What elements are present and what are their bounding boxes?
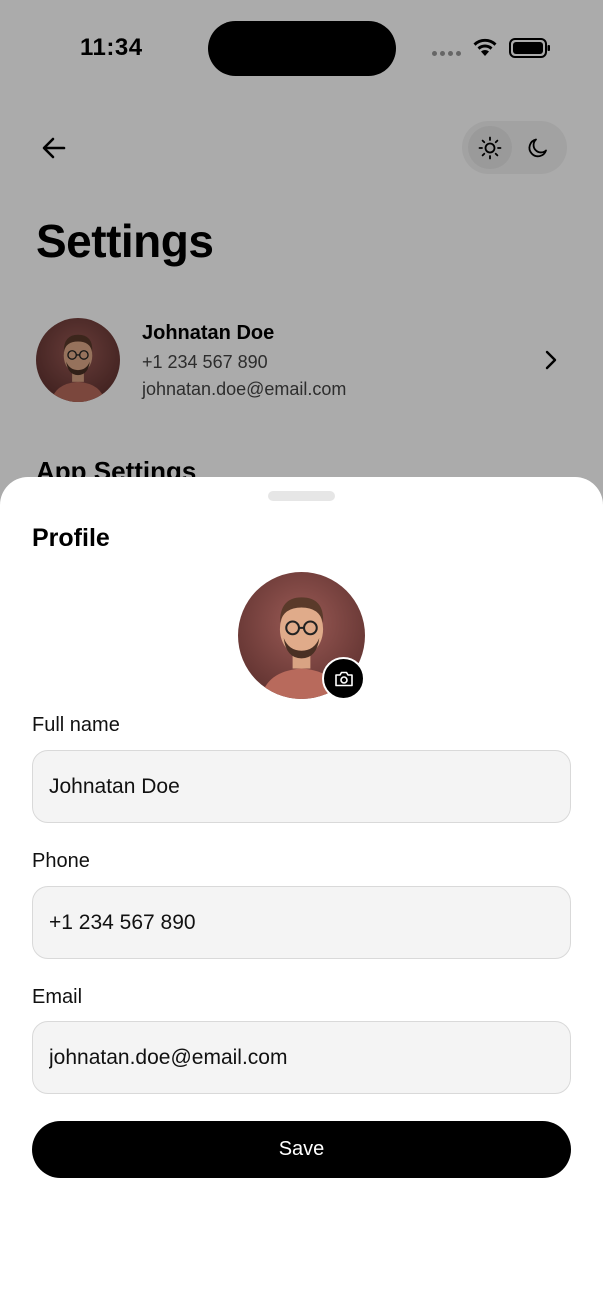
camera-icon (334, 671, 353, 686)
email-label: Email (32, 986, 83, 1008)
email-field[interactable] (32, 1021, 571, 1094)
full-name-field[interactable] (32, 750, 571, 823)
phone-label: Phone (32, 850, 90, 872)
sheet-drag-handle[interactable] (268, 491, 335, 501)
phone-field[interactable] (32, 886, 571, 959)
change-photo-button[interactable] (322, 657, 365, 700)
full-name-label: Full name (32, 714, 120, 736)
profile-sheet: Profile Full name Phone Email Save (0, 477, 603, 1311)
save-button[interactable]: Save (32, 1121, 571, 1178)
sheet-title: Profile (32, 524, 110, 552)
